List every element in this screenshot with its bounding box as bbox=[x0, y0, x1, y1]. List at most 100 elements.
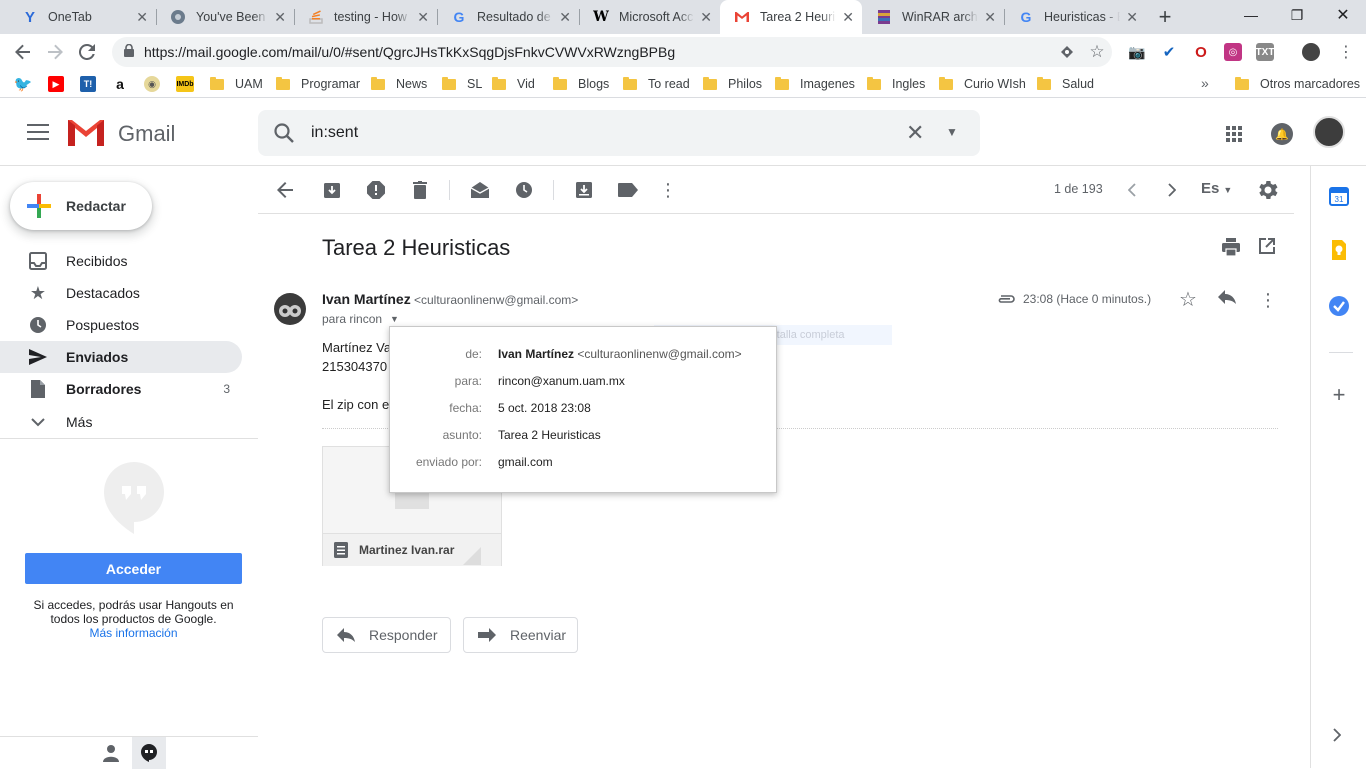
newer-chevron-icon[interactable] bbox=[1120, 178, 1144, 202]
youtube-icon[interactable]: ▶ bbox=[48, 76, 64, 92]
more-options-icon[interactable]: ⋮ bbox=[656, 178, 680, 202]
compose-button[interactable]: Redactar bbox=[10, 182, 152, 230]
search-bar[interactable]: in:sent ✕ ▼ bbox=[258, 110, 980, 156]
back-arrow-icon[interactable] bbox=[273, 178, 297, 202]
browser-tab-site[interactable]: You've Been H ✕ bbox=[156, 0, 294, 34]
browser-tab-winrar[interactable]: WinRAR archiv ✕ bbox=[862, 0, 1004, 34]
show-details-caret-icon[interactable]: ▼ bbox=[390, 314, 399, 324]
bookmark-folder-to-read[interactable]: To read bbox=[623, 75, 690, 93]
imdb-icon[interactable]: IMDb bbox=[176, 76, 194, 92]
close-icon[interactable]: ✕ bbox=[559, 9, 571, 26]
vpn-extension-icon[interactable]: ✔ bbox=[1160, 43, 1178, 61]
bookmarks-overflow-button[interactable]: » bbox=[1201, 75, 1209, 91]
bookmark-folder-ingles[interactable]: Ingles bbox=[867, 75, 925, 93]
maximize-button[interactable]: ❐ bbox=[1274, 0, 1320, 30]
url-text[interactable]: https://mail.google.com/mail/u/0/#sent/Q… bbox=[144, 44, 1052, 60]
bookmark-folder-uam[interactable]: UAM bbox=[210, 75, 263, 93]
bookmark-folder-vid[interactable]: Vid bbox=[492, 75, 535, 93]
bookmark-folder-salud[interactable]: Salud bbox=[1037, 75, 1094, 93]
profile-avatar-icon[interactable] bbox=[1302, 43, 1320, 61]
nav-item-destacados[interactable]: ★ Destacados bbox=[0, 277, 242, 309]
notifications-icon[interactable]: 🔔 bbox=[1271, 123, 1293, 145]
bookmark-star-icon[interactable]: ☆ bbox=[1082, 42, 1112, 62]
text-extension-icon[interactable]: TXT bbox=[1256, 43, 1274, 61]
hangouts-tab-icon[interactable] bbox=[132, 737, 166, 769]
close-window-button[interactable]: ✕ bbox=[1320, 0, 1366, 30]
close-icon[interactable]: ✕ bbox=[984, 9, 996, 26]
close-icon[interactable]: ✕ bbox=[274, 9, 286, 26]
reload-button[interactable] bbox=[74, 39, 100, 65]
browser-tab-google-images[interactable]: G Resultado de i ✕ bbox=[437, 0, 579, 34]
browser-tab-stackoverflow[interactable]: testing - How t ✕ bbox=[294, 0, 437, 34]
extension-eye-icon[interactable] bbox=[1052, 44, 1082, 60]
close-icon[interactable]: ✕ bbox=[700, 9, 712, 26]
settings-gear-icon[interactable] bbox=[1256, 178, 1280, 202]
chrome-menu-icon[interactable]: ⋮ bbox=[1338, 42, 1354, 62]
nav-item-mas[interactable]: Más bbox=[0, 406, 242, 438]
bookmark-folder-news[interactable]: News bbox=[371, 75, 427, 93]
person-icon[interactable] bbox=[100, 744, 122, 762]
star-message-icon[interactable]: ☆ bbox=[1178, 290, 1198, 310]
twitter-icon[interactable]: 🐦 bbox=[14, 76, 33, 93]
sender-avatar[interactable] bbox=[274, 293, 306, 325]
minimize-button[interactable]: — bbox=[1228, 0, 1274, 30]
search-options-icon[interactable]: ▼ bbox=[946, 125, 958, 139]
apps-grid-icon[interactable] bbox=[1226, 126, 1242, 142]
report-spam-icon[interactable] bbox=[364, 178, 388, 202]
browser-tab-gmail[interactable]: Tarea 2 Heurist ✕ bbox=[720, 0, 862, 34]
account-avatar[interactable] bbox=[1313, 116, 1345, 148]
search-icon[interactable] bbox=[272, 121, 296, 145]
new-tab-button[interactable]: + bbox=[1153, 4, 1177, 29]
bookmark-folder-philos[interactable]: Philos bbox=[703, 75, 762, 93]
instagram-extension-icon[interactable]: ◎ bbox=[1224, 43, 1242, 61]
more-info-link[interactable]: Más información bbox=[25, 626, 242, 640]
add-addon-icon[interactable]: + bbox=[1329, 382, 1349, 408]
nav-item-pospuestos[interactable]: Pospuestos bbox=[0, 309, 242, 341]
calendar-icon[interactable]: 31 bbox=[1329, 186, 1349, 206]
nav-item-borradores[interactable]: Borradores 3 bbox=[0, 373, 242, 405]
amazon-icon[interactable]: a bbox=[112, 76, 128, 92]
browser-tab-wikipedia[interactable]: W Microsoft Acce ✕ bbox=[579, 0, 720, 34]
label-icon[interactable] bbox=[616, 178, 640, 202]
reply-button[interactable]: Responder bbox=[322, 617, 451, 653]
close-icon[interactable]: ✕ bbox=[417, 9, 429, 26]
clear-search-icon[interactable]: ✕ bbox=[906, 120, 924, 146]
opera-extension-icon[interactable]: O bbox=[1192, 43, 1210, 61]
tasks-icon[interactable] bbox=[1329, 296, 1349, 316]
archive-icon[interactable] bbox=[320, 178, 344, 202]
close-icon[interactable]: ✕ bbox=[1126, 9, 1138, 26]
close-icon[interactable]: ✕ bbox=[136, 9, 148, 26]
keep-icon[interactable] bbox=[1329, 240, 1349, 260]
bookmark-folder-other[interactable]: Otros marcadores bbox=[1235, 75, 1360, 93]
browser-tab-onetab[interactable]: Y OneTab ✕ bbox=[8, 0, 156, 34]
bookmark-folder-sl[interactable]: SL bbox=[442, 75, 482, 93]
nav-item-recibidos[interactable]: Recibidos bbox=[0, 245, 242, 277]
main-menu-icon[interactable] bbox=[24, 120, 52, 144]
address-bar[interactable]: https://mail.google.com/mail/u/0/#sent/Q… bbox=[112, 37, 1112, 67]
hangouts-sign-in-button[interactable]: Acceder bbox=[25, 553, 242, 584]
message-more-icon[interactable]: ⋮ bbox=[1258, 290, 1278, 310]
bookmark-folder-programar[interactable]: Programar bbox=[276, 75, 360, 93]
reply-icon[interactable] bbox=[1218, 290, 1238, 310]
open-new-window-icon[interactable] bbox=[1259, 238, 1279, 258]
delete-icon[interactable] bbox=[408, 178, 432, 202]
tweakers-icon[interactable]: T! bbox=[80, 76, 96, 92]
browser-tab-heuristicas[interactable]: G Heuristicas - B ✕ bbox=[1004, 0, 1146, 34]
input-tools-button[interactable]: Es ▼ bbox=[1201, 180, 1232, 197]
bookmark-folder-blogs[interactable]: Blogs bbox=[553, 75, 609, 93]
snooze-icon[interactable] bbox=[512, 178, 536, 202]
search-input[interactable]: in:sent bbox=[311, 124, 358, 142]
older-chevron-icon[interactable] bbox=[1160, 178, 1184, 202]
bookmark-folder-imagenes[interactable]: Imagenes bbox=[775, 75, 855, 93]
back-button[interactable] bbox=[10, 39, 36, 65]
gmail-logo[interactable] bbox=[66, 116, 106, 148]
print-icon[interactable] bbox=[1222, 238, 1242, 258]
coin-icon[interactable]: ◉ bbox=[144, 76, 160, 92]
bookmark-folder-curio-wish[interactable]: Curio WIsh bbox=[939, 75, 1026, 93]
forward-button[interactable]: Reenviar bbox=[463, 617, 578, 653]
close-icon[interactable]: ✕ bbox=[842, 9, 854, 26]
camera-extension-icon[interactable]: 📷 bbox=[1128, 43, 1146, 61]
nav-item-enviados[interactable]: Enviados bbox=[0, 341, 242, 373]
forward-button[interactable] bbox=[42, 39, 68, 65]
mark-unread-icon[interactable] bbox=[468, 178, 492, 202]
